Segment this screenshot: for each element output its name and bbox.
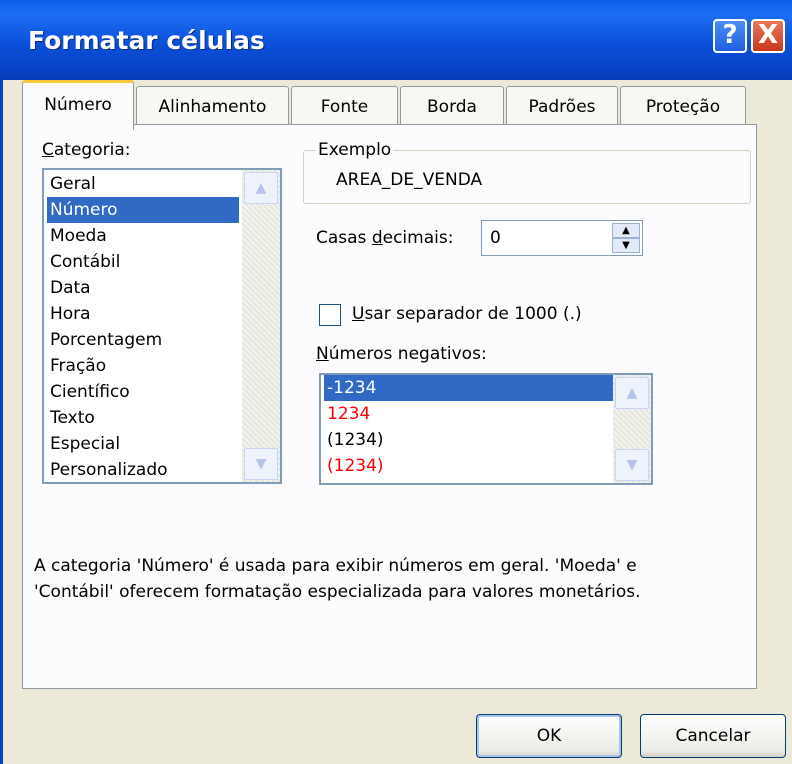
- decimals-input[interactable]: 0: [490, 228, 501, 248]
- list-item[interactable]: Científico: [47, 379, 133, 405]
- list-item[interactable]: Moeda: [47, 223, 110, 249]
- negative-numbers-list[interactable]: -1234 1234 (1234) (1234) ▲ ▼: [319, 373, 653, 485]
- tab-label: Proteção: [645, 97, 721, 117]
- scroll-up-arrow-icon[interactable]: ▲: [615, 377, 649, 409]
- tab-label: Borda: [427, 97, 477, 117]
- list-item[interactable]: Data: [47, 275, 94, 301]
- list-item[interactable]: Porcentagem: [47, 327, 165, 353]
- list-item[interactable]: Hora: [47, 301, 94, 327]
- spin-down-icon[interactable]: ▼: [612, 238, 640, 253]
- list-item[interactable]: Número: [47, 197, 239, 223]
- spin-up-icon[interactable]: ▲: [612, 223, 640, 238]
- window-title: Formatar células: [28, 26, 265, 55]
- title-bar[interactable]: Formatar células ? X: [0, 0, 792, 80]
- tab-label: Número: [44, 95, 112, 115]
- category-list[interactable]: Geral Número Moeda Contábil Data Hora Po…: [42, 168, 282, 484]
- list-item[interactable]: (1234): [324, 453, 387, 479]
- list-item[interactable]: Texto: [47, 405, 98, 431]
- tab-numero[interactable]: Número: [22, 80, 134, 130]
- decimals-spinner[interactable]: 0 ▲ ▼: [481, 220, 643, 256]
- scroll-down-arrow-icon[interactable]: ▼: [615, 449, 649, 481]
- list-item[interactable]: (1234): [324, 427, 387, 453]
- help-icon[interactable]: ?: [713, 19, 747, 53]
- tab-label: Padrões: [528, 97, 596, 117]
- scroll-up-arrow-icon[interactable]: ▲: [244, 172, 278, 204]
- list-item[interactable]: Geral: [47, 171, 99, 197]
- list-item[interactable]: 1234: [324, 401, 373, 427]
- list-item[interactable]: Personalizado: [47, 457, 171, 483]
- cancel-button[interactable]: Cancelar: [640, 714, 786, 758]
- scroll-down-arrow-icon[interactable]: ▼: [244, 448, 278, 480]
- negatives-scrollbar[interactable]: ▲ ▼: [613, 375, 651, 483]
- list-item[interactable]: Especial: [47, 431, 123, 457]
- list-item[interactable]: Contábil: [47, 249, 123, 275]
- window-border: [0, 80, 3, 764]
- tab-label: Alinhamento: [158, 97, 267, 117]
- category-scrollbar[interactable]: ▲ ▼: [242, 170, 280, 482]
- close-icon[interactable]: X: [751, 19, 785, 53]
- list-item[interactable]: -1234: [324, 375, 613, 401]
- thousands-separator-checkbox[interactable]: [319, 304, 341, 326]
- list-item[interactable]: Fração: [47, 353, 109, 379]
- tab-label: Fonte: [320, 97, 369, 117]
- ok-button[interactable]: OK: [476, 714, 622, 758]
